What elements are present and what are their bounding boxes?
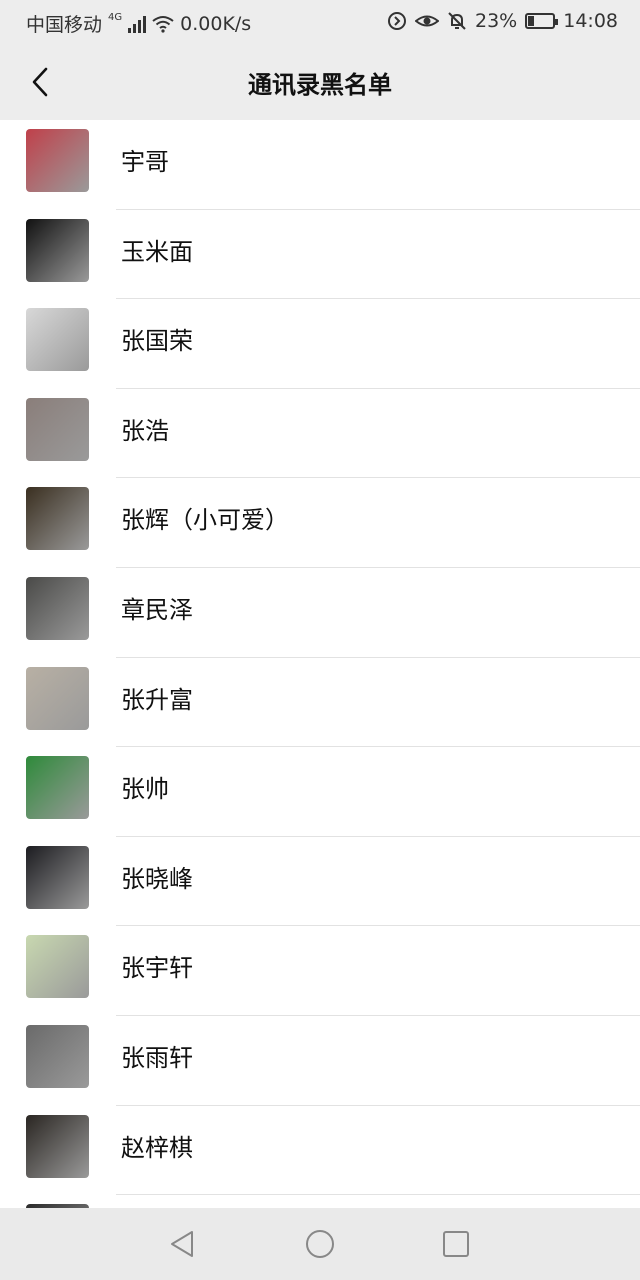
nav-back-button[interactable] xyxy=(164,1226,200,1262)
contact-avatar xyxy=(26,756,89,820)
network-speed: 0.00K/s xyxy=(180,12,252,35)
contact-row[interactable]: 张浩 xyxy=(0,389,640,479)
eye-comfort-icon xyxy=(415,15,439,27)
status-left: 中国移动 4G 0.00K/s xyxy=(26,10,251,37)
carrier-label: 中国移动 xyxy=(26,14,103,36)
contact-row[interactable]: 张帅 xyxy=(0,747,640,837)
contact-avatar xyxy=(26,666,89,730)
signal-icon xyxy=(128,15,147,33)
contact-name: 张帅 xyxy=(121,775,169,804)
home-circle-icon xyxy=(306,1230,334,1258)
contact-name: 张国荣 xyxy=(121,327,193,356)
contact-name: 章民泽 xyxy=(121,595,193,624)
contact-row[interactable]: 张国荣 xyxy=(0,299,640,389)
contact-avatar xyxy=(26,218,89,282)
contact-avatar xyxy=(26,845,89,909)
contact-row[interactable]: 张升富 xyxy=(0,658,640,748)
contact-avatar xyxy=(26,1114,89,1178)
data-saver-icon xyxy=(388,12,406,30)
contact-row[interactable] xyxy=(0,1195,640,1208)
status-right: 23% 14:08 xyxy=(387,10,618,32)
contact-name: 张宇轩 xyxy=(121,954,193,983)
mute-bell-icon xyxy=(448,12,466,30)
contact-row[interactable]: 张宇轩 xyxy=(0,926,640,1016)
back-button[interactable] xyxy=(20,62,60,102)
contact-row[interactable]: 张辉（小可爱） xyxy=(0,478,640,568)
contact-name: 张雨轩 xyxy=(121,1043,193,1072)
contact-row[interactable]: 章民泽 xyxy=(0,568,640,658)
contact-name: 张辉（小可爱） xyxy=(121,506,289,535)
contact-name: 宇哥 xyxy=(121,148,169,176)
recents-square-icon xyxy=(443,1231,469,1257)
wifi-icon xyxy=(152,15,174,33)
clock: 14:08 xyxy=(563,10,618,32)
battery-percent: 23% xyxy=(475,10,518,32)
contact-avatar xyxy=(26,397,89,461)
contact-row[interactable]: 赵梓棋 xyxy=(0,1106,640,1196)
title-bar: 通讯录黑名单 xyxy=(0,44,640,120)
system-nav-bar xyxy=(0,1208,640,1280)
nav-home-button[interactable] xyxy=(302,1226,338,1262)
contact-avatar xyxy=(26,129,89,192)
chevron-left-icon xyxy=(32,67,48,97)
contact-avatar xyxy=(26,935,89,999)
contact-row[interactable]: 玉米面 xyxy=(0,210,640,300)
contact-avatar xyxy=(26,1024,89,1088)
contact-avatar xyxy=(26,487,89,551)
contact-name: 玉米面 xyxy=(121,237,193,266)
battery-level xyxy=(528,16,535,26)
contact-row[interactable]: 张晓峰 xyxy=(0,837,640,927)
contact-row[interactable]: 张雨轩 xyxy=(0,1016,640,1106)
page-title: 通讯录黑名单 xyxy=(248,70,392,99)
contact-name: 张晓峰 xyxy=(121,864,193,893)
contact-name: 张浩 xyxy=(121,416,169,445)
contact-name: 赵梓棋 xyxy=(121,1133,193,1162)
contact-name: 张升富 xyxy=(121,685,193,714)
blacklist-contact-list[interactable]: 宇哥玉米面张国荣张浩张辉（小可爱） 章民泽张升富张帅张晓峰张宇轩张雨轩赵梓棋 xyxy=(0,120,640,1208)
back-triangle-icon xyxy=(171,1231,193,1257)
network-type: 4G xyxy=(108,12,123,23)
battery-icon xyxy=(525,13,559,29)
status-bar: 中国移动 4G 0.00K/s 23% 14:08 xyxy=(0,0,640,44)
contact-avatar xyxy=(26,576,89,640)
contact-row[interactable]: 宇哥 xyxy=(0,120,640,210)
contact-avatar xyxy=(26,308,89,372)
nav-recents-button[interactable] xyxy=(438,1226,474,1262)
